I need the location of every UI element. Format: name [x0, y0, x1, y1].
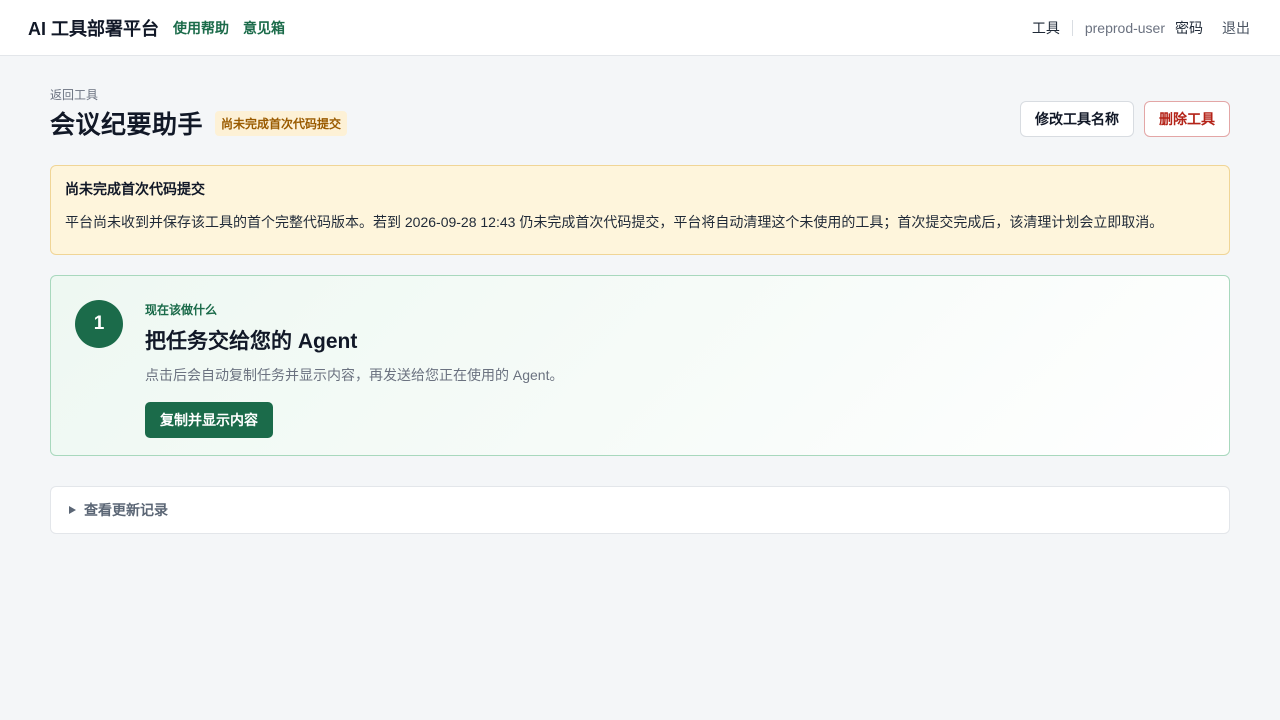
main-content: 返回工具 会议纪要助手 尚未完成首次代码提交 修改工具名称 删除工具 尚未完成首…: [0, 56, 1280, 534]
triangle-right-icon: [69, 506, 76, 514]
step-description: 点击后会自动复制任务并显示内容，再发送给您正在使用的 Agent。: [145, 367, 564, 383]
title-actions: 修改工具名称 删除工具: [1020, 101, 1230, 137]
top-nav-right: 工具 preprod-user 密码 退出: [1032, 18, 1252, 38]
step-number-badge: 1: [75, 300, 123, 348]
brand-title: AI 工具部署平台: [28, 18, 160, 39]
next-step-card: 1 现在该做什么 把任务交给您的 Agent 点击后会自动复制任务并显示内容，再…: [50, 275, 1230, 456]
changelog-label: 查看更新记录: [84, 502, 168, 518]
title-row: 会议纪要助手 尚未完成首次代码提交 修改工具名称 删除工具: [50, 101, 1230, 141]
step-content: 现在该做什么 把任务交给您的 Agent 点击后会自动复制任务并显示内容，再发送…: [145, 300, 564, 438]
rename-tool-button[interactable]: 修改工具名称: [1020, 101, 1134, 137]
page-title: 会议纪要助手: [50, 111, 204, 139]
title-group: 会议纪要助手 尚未完成首次代码提交: [50, 105, 348, 141]
step-eyebrow: 现在该做什么: [145, 303, 218, 317]
nav-divider: [1071, 19, 1073, 36]
logout-link[interactable]: 退出: [1222, 18, 1250, 38]
top-nav-bar: AI 工具部署平台 使用帮助 意见箱 工具 preprod-user 密码 退出: [0, 0, 1280, 56]
feedback-link[interactable]: 意见箱: [243, 18, 285, 38]
username-label: preprod-user: [1084, 19, 1165, 36]
status-badge: 尚未完成首次代码提交: [215, 110, 348, 136]
top-nav-left: AI 工具部署平台 使用帮助 意见箱: [28, 15, 299, 41]
copy-and-show-button[interactable]: 复制并显示内容: [145, 402, 273, 438]
step-title: 把任务交给您的 Agent: [145, 330, 358, 353]
tools-link[interactable]: 工具: [1032, 18, 1060, 38]
back-to-tools-link[interactable]: 返回工具: [50, 86, 98, 103]
password-link[interactable]: 密码: [1175, 18, 1203, 38]
changelog-toggle[interactable]: 查看更新记录: [50, 486, 1230, 534]
pending-commit-notice: 尚未完成首次代码提交 平台尚未收到并保存该工具的首个完整代码版本。若到 2026…: [50, 165, 1230, 255]
help-link[interactable]: 使用帮助: [173, 18, 229, 38]
delete-tool-button[interactable]: 删除工具: [1144, 101, 1230, 137]
notice-body: 平台尚未收到并保存该工具的首个完整代码版本。若到 2026-09-28 12:4…: [65, 214, 1164, 230]
notice-title: 尚未完成首次代码提交: [65, 181, 205, 197]
